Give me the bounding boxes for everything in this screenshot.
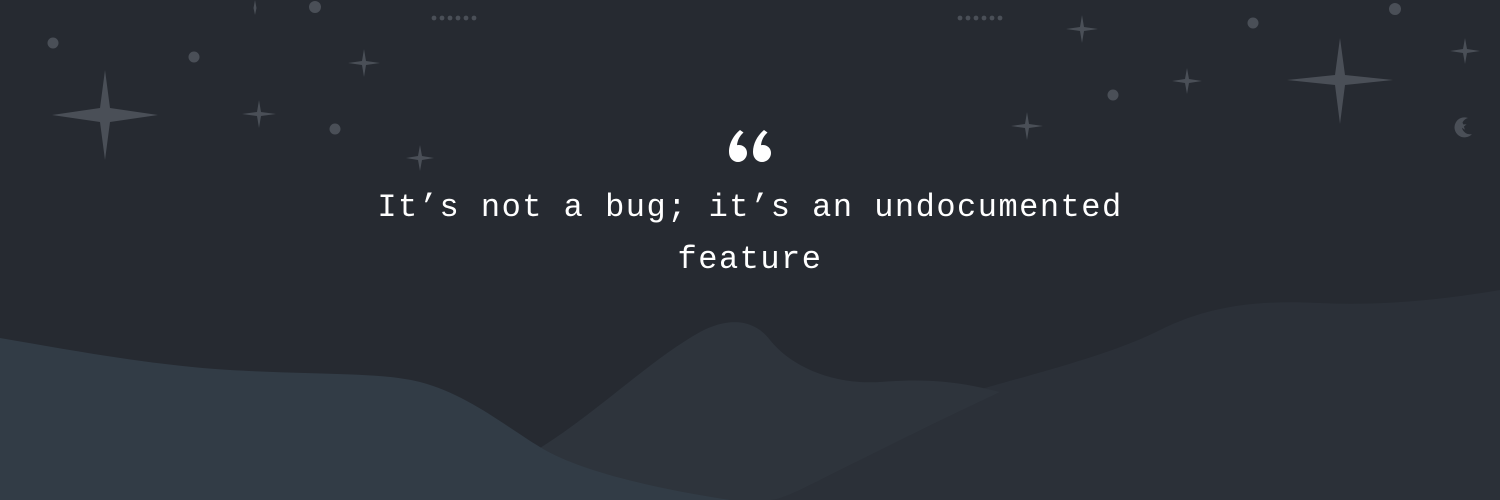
quote-block: It’s not a bug; it’s an undocumented fea… xyxy=(0,128,1500,286)
quote-banner: It’s not a bug; it’s an undocumented fea… xyxy=(0,0,1500,500)
opening-quote-icon xyxy=(729,130,771,162)
quote-text: It’s not a bug; it’s an undocumented fea… xyxy=(377,189,1123,278)
